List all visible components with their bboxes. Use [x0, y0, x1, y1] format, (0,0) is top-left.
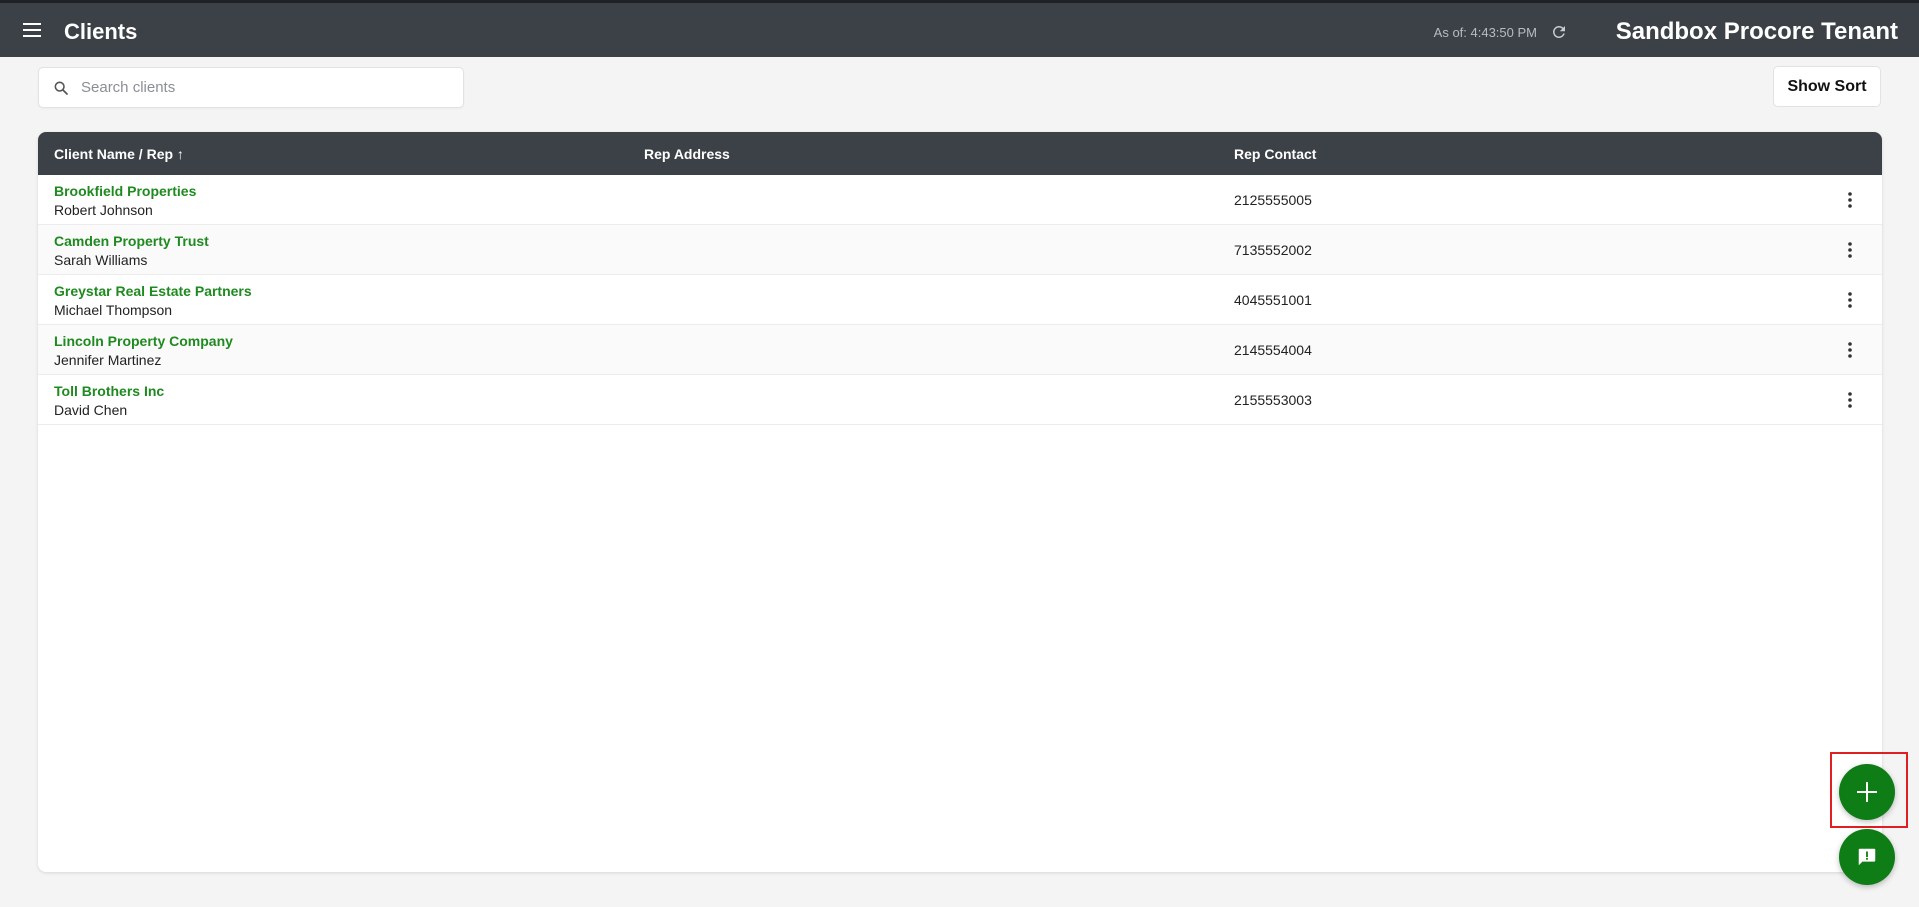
table-row: Toll Brothers Inc David Chen 2155553003: [38, 375, 1882, 425]
refresh-icon: [1552, 25, 1565, 38]
table-row: Brookfield Properties Robert Johnson 212…: [38, 175, 1882, 225]
feedback-button[interactable]: [1839, 829, 1895, 885]
rep-contact: 2145554004: [1234, 342, 1312, 358]
page-title: Clients: [64, 19, 138, 44]
client-name-link[interactable]: Brookfield Properties: [54, 183, 196, 199]
search-box: [38, 67, 464, 108]
client-name-link[interactable]: Greystar Real Estate Partners: [54, 283, 252, 299]
table-row: Lincoln Property Company Jennifer Martin…: [38, 325, 1882, 375]
clients-table: Client Name / Rep ↑ Rep Address Rep Cont…: [38, 132, 1882, 872]
feedback-icon: [1858, 848, 1876, 866]
rep-contact: 4045551001: [1234, 292, 1312, 308]
refresh-button[interactable]: [1548, 21, 1570, 43]
column-header-rep-contact: Rep Contact: [1234, 146, 1317, 162]
search-input[interactable]: [81, 79, 441, 96]
client-name-link[interactable]: Camden Property Trust: [54, 233, 209, 249]
table-row: Camden Property Trust Sarah Williams 713…: [38, 225, 1882, 275]
row-actions-button[interactable]: [1838, 388, 1862, 412]
row-actions-button[interactable]: [1838, 188, 1862, 212]
client-name-link[interactable]: Toll Brothers Inc: [54, 383, 164, 399]
top-app-bar: Clients As of: 4:43:50 PM Sandbox Procor…: [0, 0, 1919, 57]
rep-name: Sarah Williams: [54, 252, 148, 268]
menu-button[interactable]: [20, 18, 44, 42]
more-vertical-icon: [1848, 242, 1852, 258]
row-actions-button[interactable]: [1838, 288, 1862, 312]
more-vertical-icon: [1848, 292, 1852, 308]
table-row: Greystar Real Estate Partners Michael Th…: [38, 275, 1882, 325]
rep-name: Jennifer Martinez: [54, 352, 162, 368]
plus-icon: [1857, 782, 1877, 802]
column-header-client-name[interactable]: Client Name / Rep ↑: [54, 146, 184, 162]
more-vertical-icon: [1848, 342, 1852, 358]
rep-contact: 7135552002: [1234, 242, 1312, 258]
hamburger-menu-icon: [23, 23, 41, 37]
more-vertical-icon: [1848, 392, 1852, 408]
rep-name: David Chen: [54, 402, 128, 418]
rep-name: Michael Thompson: [54, 302, 173, 318]
more-vertical-icon: [1848, 192, 1852, 208]
as-of-timestamp: As of: 4:43:50 PM: [1433, 25, 1537, 40]
row-actions-button[interactable]: [1838, 338, 1862, 362]
rep-name: Robert Johnson: [54, 202, 153, 218]
rep-contact: 2125555005: [1234, 192, 1312, 208]
table-header: Client Name / Rep ↑ Rep Address Rep Cont…: [38, 132, 1882, 175]
client-name-link[interactable]: Lincoln Property Company: [54, 333, 233, 349]
search-icon: [54, 81, 68, 95]
rep-contact: 2155553003: [1234, 392, 1312, 408]
add-client-button[interactable]: [1839, 764, 1895, 820]
show-sort-button[interactable]: Show Sort: [1773, 66, 1881, 107]
tenant-name: Sandbox Procore Tenant: [1615, 18, 1898, 45]
column-header-rep-address: Rep Address: [644, 146, 730, 162]
row-actions-button[interactable]: [1838, 238, 1862, 262]
